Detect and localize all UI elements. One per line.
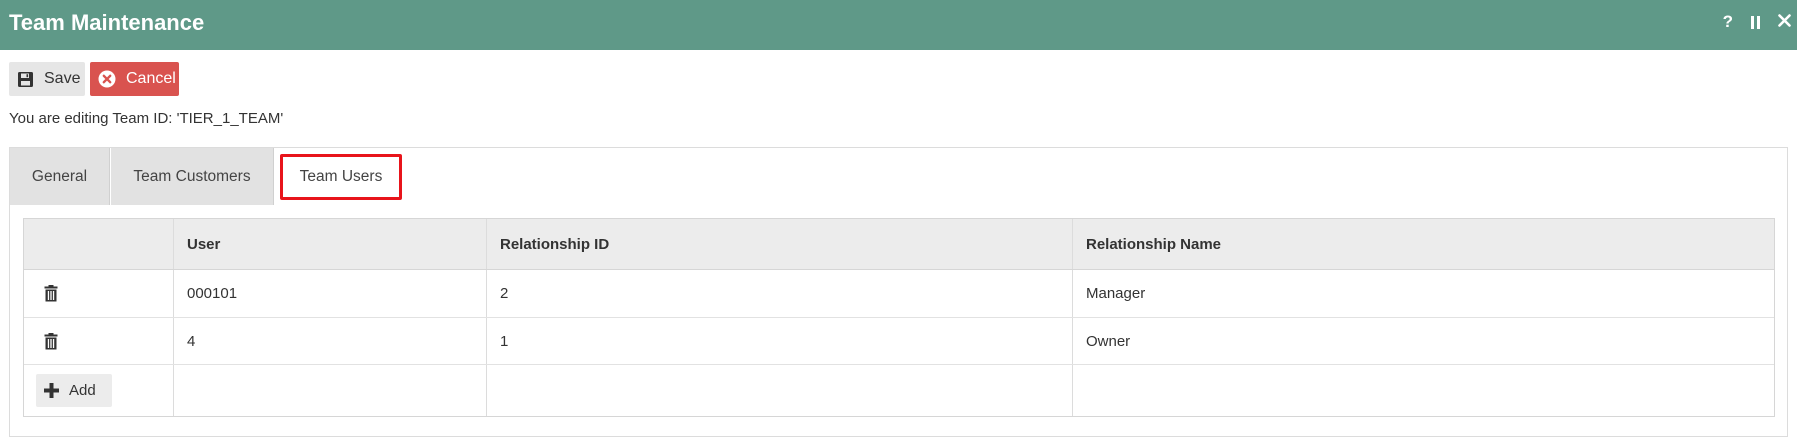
row-actions — [24, 270, 174, 317]
header-user[interactable]: User — [174, 219, 487, 269]
header-relationship-id[interactable]: Relationship ID — [487, 219, 1073, 269]
editing-info-text: You are editing Team ID: 'TIER_1_TEAM' — [9, 110, 284, 127]
trash-icon[interactable] — [44, 332, 58, 350]
add-button[interactable]: Add — [36, 374, 112, 407]
cell-relationship-id[interactable]: 1 — [487, 318, 1073, 364]
tab-general[interactable]: General — [10, 148, 110, 205]
pause-icon[interactable] — [1751, 15, 1760, 29]
empty-cell — [487, 365, 1073, 416]
team-users-grid: User Relationship ID Relationship Name 0… — [23, 218, 1775, 417]
table-row[interactable]: 4 1 Owner — [24, 318, 1774, 365]
trash-icon[interactable] — [44, 285, 58, 302]
cancel-button[interactable]: Cancel — [90, 62, 179, 96]
cell-relationship-id[interactable]: 2 — [487, 270, 1073, 317]
help-icon[interactable]: ? — [1723, 12, 1733, 32]
close-icon[interactable] — [1778, 12, 1791, 32]
cell-relationship-name[interactable]: Owner — [1073, 318, 1774, 364]
cancel-label: Cancel — [126, 70, 176, 87]
header-actions — [24, 219, 174, 269]
row-actions — [24, 318, 174, 364]
add-label: Add — [69, 382, 96, 399]
plus-icon — [44, 383, 59, 398]
cell-user[interactable]: 000101 — [174, 270, 487, 317]
tab-strip: General Team Customers Team Users — [10, 148, 1787, 205]
save-label: Save — [44, 70, 81, 87]
window-controls: ? — [1723, 12, 1791, 32]
empty-cell — [1073, 365, 1774, 416]
tab-team-customers[interactable]: Team Customers — [111, 148, 274, 205]
grid-add-row: Add — [24, 365, 1774, 416]
cell-relationship-name[interactable]: Manager — [1073, 270, 1774, 317]
save-button[interactable]: Save — [9, 62, 85, 96]
tab-team-users[interactable]: Team Users — [280, 154, 402, 200]
window-title: Team Maintenance — [9, 10, 205, 35]
title-bar: Team Maintenance ? — [0, 0, 1797, 50]
cell-user[interactable]: 4 — [174, 318, 487, 364]
tab-panel: General Team Customers Team Users User R… — [9, 147, 1788, 437]
table-row[interactable]: 000101 2 Manager — [24, 270, 1774, 318]
header-relationship-name[interactable]: Relationship Name — [1073, 219, 1774, 269]
add-cell: Add — [24, 365, 174, 416]
empty-cell — [174, 365, 487, 416]
cancel-circle-icon — [98, 70, 116, 88]
floppy-disk-icon — [17, 71, 34, 88]
grid-header-row: User Relationship ID Relationship Name — [24, 219, 1774, 270]
